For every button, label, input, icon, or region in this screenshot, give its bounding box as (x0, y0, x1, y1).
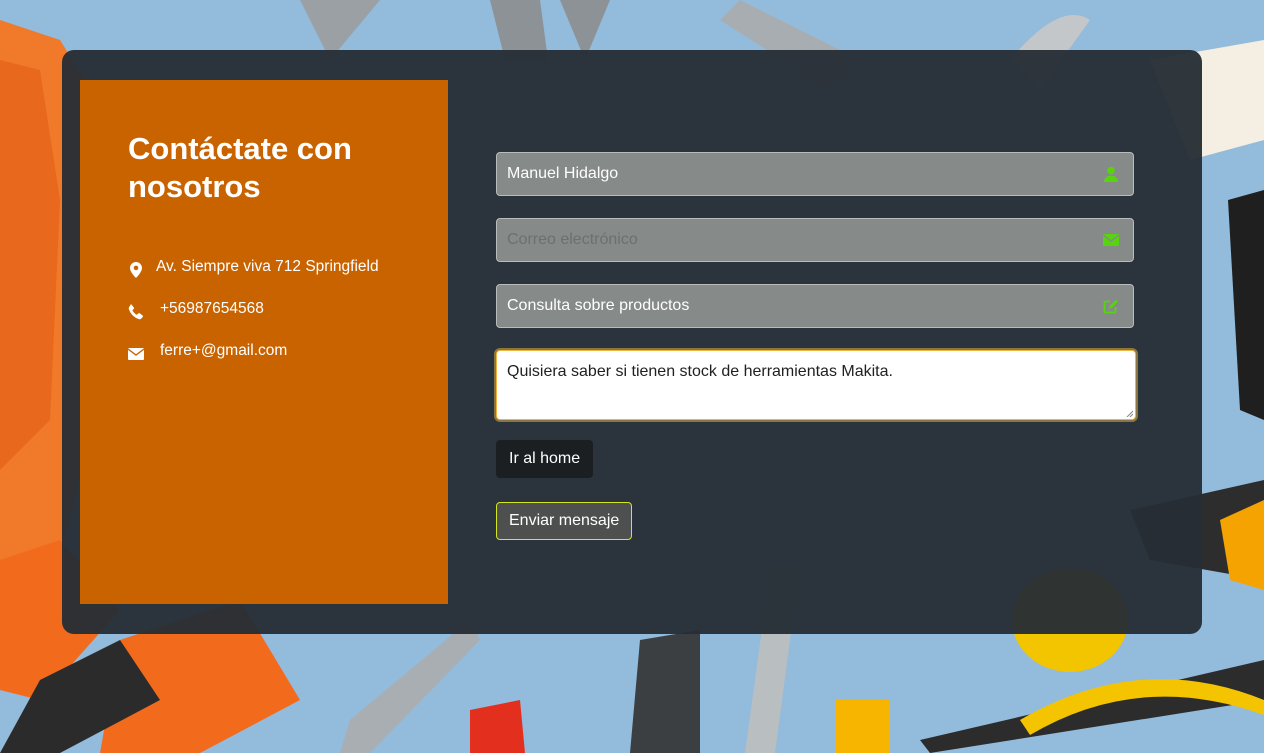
phone-text: +56987654568 (160, 300, 264, 317)
contact-page: Contáctate con nosotros Av. Siempre viva… (0, 0, 1264, 753)
subject-input[interactable] (497, 285, 1133, 327)
address-text: Av. Siempre viva 712 Springfield (156, 258, 379, 275)
user-icon (1103, 166, 1121, 184)
message-field: Quisiera saber si tienen stock de herram… (496, 350, 1136, 420)
send-message-button[interactable]: Enviar mensaje (496, 502, 633, 540)
contact-title: Contáctate con nosotros (128, 131, 352, 204)
email-text: ferre+@gmail.com (160, 342, 288, 359)
message-textarea[interactable]: Quisiera saber si tienen stock de herram… (497, 351, 1135, 419)
name-input[interactable] (497, 153, 1133, 195)
resize-grip-icon[interactable] (1125, 409, 1133, 417)
email-row: ferre+@gmail.com (128, 340, 287, 362)
go-home-button[interactable]: Ir al home (496, 440, 594, 478)
phone-icon (128, 304, 144, 320)
subject-field (496, 284, 1134, 328)
map-marker-icon (128, 262, 144, 278)
name-field (496, 152, 1134, 196)
envelope-icon (128, 346, 144, 362)
address-row: Av. Siempre viva 712 Springfield (128, 256, 379, 278)
contact-info-panel: Contáctate con nosotros Av. Siempre viva… (80, 80, 448, 604)
email-input[interactable] (497, 219, 1133, 261)
email-field (496, 218, 1134, 262)
edit-icon (1103, 298, 1121, 316)
contact-card: Contáctate con nosotros Av. Siempre viva… (62, 50, 1202, 634)
envelope-icon (1102, 232, 1121, 250)
phone-row: +56987654568 (128, 298, 264, 320)
